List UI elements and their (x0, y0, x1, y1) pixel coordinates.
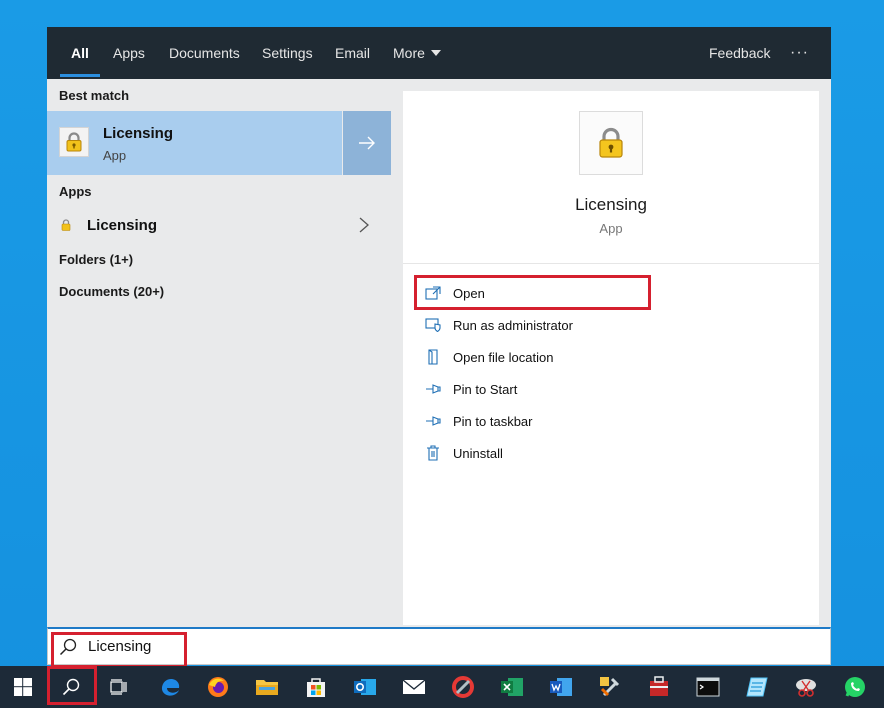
tab-email[interactable]: Email (335, 27, 370, 79)
search-input[interactable]: Licensing (88, 638, 151, 655)
tab-settings[interactable]: Settings (262, 27, 313, 79)
word-icon (550, 678, 572, 696)
windows-logo-icon (14, 678, 32, 696)
pin-to-start-label: Pin to Start (453, 381, 518, 397)
taskbar-firefox[interactable] (195, 666, 241, 708)
tab-more[interactable]: More (393, 27, 441, 79)
run-as-admin-label: Run as administrator (453, 317, 573, 333)
search-window: All Apps Documents Settings Email More F… (47, 27, 831, 668)
edge-icon (161, 679, 180, 696)
pin-icon (426, 416, 441, 426)
open-file-location-label: Open file location (453, 349, 554, 365)
shield-icon (425, 318, 441, 332)
licensing-app-icon (579, 111, 643, 175)
search-tabs-bar: All Apps Documents Settings Email More F… (47, 27, 831, 79)
feedback-button[interactable]: Feedback (709, 27, 770, 79)
search-icon (59, 638, 77, 656)
arrow-right-icon (359, 136, 375, 150)
store-icon (307, 678, 325, 697)
app-result-label: Licensing (87, 217, 158, 234)
task-view-icon (110, 679, 127, 695)
open-file-location-button[interactable]: Open file location (425, 346, 553, 368)
taskbar-tools-app[interactable] (587, 666, 633, 708)
taskbar-mail[interactable] (391, 666, 437, 708)
more-options-button[interactable]: ··· (790, 27, 809, 79)
documents-heading[interactable]: Documents (20+) (59, 284, 164, 299)
taskbar-ccleaner[interactable] (440, 666, 486, 708)
open-label: Open (453, 285, 485, 301)
tools-icon (600, 677, 620, 697)
detail-pane: Licensing App Open Run as administrator … (403, 91, 819, 625)
taskbar-notepad[interactable] (734, 666, 780, 708)
tab-all[interactable]: All (71, 27, 89, 79)
pin-to-start-button[interactable]: Pin to Start (425, 378, 517, 400)
chevron-right-icon (359, 217, 369, 233)
taskbar-command-prompt[interactable] (685, 666, 731, 708)
licensing-app-icon (61, 219, 71, 231)
run-as-admin-button[interactable]: Run as administrator (425, 314, 573, 336)
taskbar-excel[interactable] (489, 666, 535, 708)
notepad-icon (746, 677, 768, 697)
start-button[interactable] (0, 666, 46, 708)
detail-subtitle: App (599, 221, 623, 236)
tab-documents[interactable]: Documents (169, 27, 240, 79)
tab-more-label: More (393, 45, 425, 61)
toolbox-icon (650, 676, 668, 696)
taskbar (0, 666, 884, 708)
taskbar-whatsapp[interactable] (832, 666, 878, 708)
licensing-app-icon (59, 127, 89, 157)
trash-icon (427, 445, 439, 461)
taskbar-outlook[interactable] (342, 666, 388, 708)
search-box[interactable]: Licensing (47, 627, 831, 668)
best-match-heading: Best match (59, 88, 130, 103)
outlook-icon (354, 679, 376, 695)
pin-to-taskbar-button[interactable]: Pin to taskbar (425, 410, 533, 432)
folder-icon (256, 680, 278, 695)
taskbar-search-highlight-box (47, 666, 97, 705)
active-tab-indicator (60, 74, 100, 77)
best-match-item[interactable]: Licensing App (47, 111, 342, 175)
mail-icon (402, 679, 426, 694)
taskbar-word[interactable] (538, 666, 584, 708)
firefox-icon (208, 677, 228, 697)
uninstall-button[interactable]: Uninstall (425, 442, 503, 464)
file-location-icon (428, 349, 438, 365)
taskbar-toolbox-app[interactable] (636, 666, 682, 708)
open-details-button[interactable] (343, 111, 391, 175)
terminal-icon (696, 677, 720, 697)
chevron-down-icon (430, 50, 441, 57)
detail-title: Licensing (575, 195, 647, 214)
pin-to-taskbar-label: Pin to taskbar (453, 413, 533, 429)
apps-heading: Apps (59, 184, 92, 199)
best-match-title: Licensing (103, 125, 174, 142)
divider (403, 263, 819, 264)
taskbar-store[interactable] (293, 666, 339, 708)
pin-icon (426, 384, 441, 394)
uninstall-label: Uninstall (453, 445, 503, 461)
whatsapp-icon (845, 677, 865, 697)
task-view-button[interactable] (96, 666, 142, 708)
ccleaner-icon (452, 676, 474, 698)
best-match-subtitle: App (103, 148, 127, 163)
taskbar-file-explorer[interactable] (244, 666, 290, 708)
tab-apps[interactable]: Apps (113, 27, 145, 79)
taskbar-edge[interactable] (147, 666, 193, 708)
excel-icon (501, 678, 523, 696)
taskbar-snipping-tool[interactable] (783, 666, 829, 708)
open-icon (425, 286, 441, 300)
results-list: Best match Licensing App Apps Licensing … (47, 79, 391, 627)
folders-heading[interactable]: Folders (1+) (59, 252, 133, 267)
list-item[interactable]: Licensing (47, 209, 391, 243)
snipping-tool-icon (796, 679, 816, 697)
open-button[interactable]: Open (425, 282, 485, 304)
